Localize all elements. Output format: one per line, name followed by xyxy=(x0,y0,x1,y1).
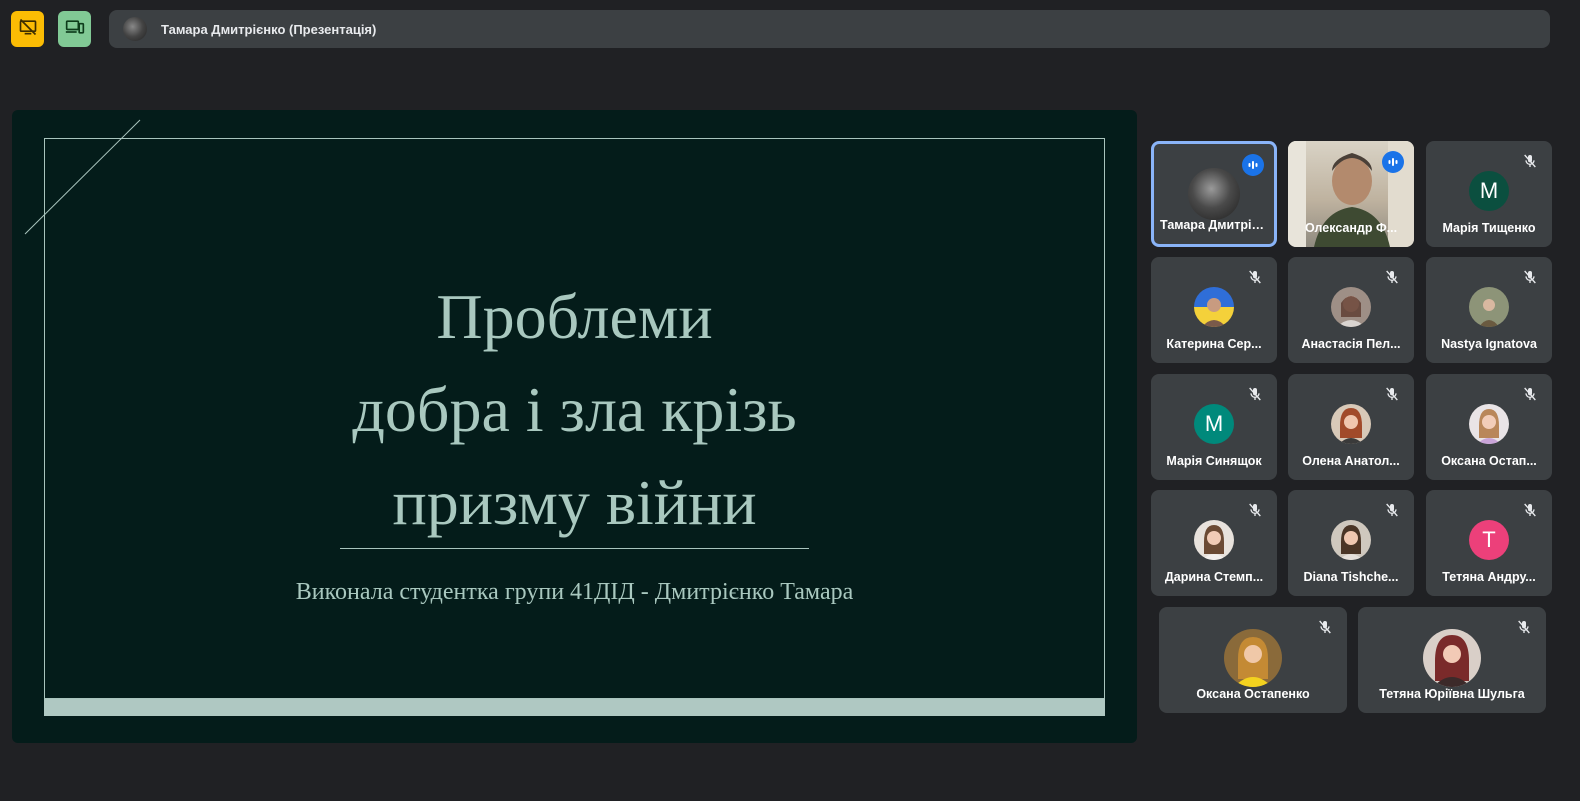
participant-tile[interactable]: T Тетяна Андру... xyxy=(1426,490,1552,596)
participant-tile[interactable]: Тамара Дмитрієнко xyxy=(1151,141,1277,247)
participant-tile[interactable]: Diana Tishche... xyxy=(1288,490,1414,596)
participant-avatar: M xyxy=(1194,404,1234,444)
participant-name: Оксана Остап... xyxy=(1441,454,1537,468)
participant-avatar xyxy=(1331,287,1371,327)
participant-name: Тетяна Андру... xyxy=(1442,570,1536,584)
participant-name: Марія Тищенко xyxy=(1442,221,1536,235)
mic-off-icon xyxy=(1524,387,1536,401)
participant-tile[interactable]: Катерина Сер... xyxy=(1151,257,1277,363)
participant-tile[interactable]: Дарина Стемп... xyxy=(1151,490,1277,596)
mic-off-icon xyxy=(1386,503,1398,517)
participant-name: Оксана Остапенко xyxy=(1196,687,1310,701)
participant-avatar xyxy=(1331,404,1371,444)
participant-name: Тетяна Юріївна Шульга xyxy=(1379,687,1525,701)
presenter-avatar xyxy=(123,17,147,41)
participant-avatar xyxy=(1194,287,1234,327)
speaking-indicator-icon xyxy=(1382,151,1404,173)
devices-button[interactable] xyxy=(58,11,91,47)
mic-off-icon xyxy=(1524,270,1536,284)
participant-tile[interactable]: M Марія Тищенко xyxy=(1426,141,1552,247)
participant-name: Тамара Дмитрієнко xyxy=(1160,218,1274,232)
slide-title: Проблеми добра і зла крізь призму війни xyxy=(352,281,797,538)
mic-off-icon xyxy=(1319,620,1331,634)
mic-off-icon xyxy=(1524,503,1536,517)
participant-name: Дарина Стемп... xyxy=(1164,570,1264,584)
mic-off-icon xyxy=(1524,154,1536,168)
participant-tile[interactable]: Олександр Ф... xyxy=(1288,141,1414,247)
participant-avatar xyxy=(1469,404,1509,444)
mic-off-icon xyxy=(1249,387,1261,401)
speaking-indicator-icon xyxy=(1242,154,1264,176)
participant-name: Олександр Ф... xyxy=(1304,221,1398,235)
participant-name: Катерина Сер... xyxy=(1166,337,1262,351)
participant-avatar: T xyxy=(1469,520,1509,560)
participant-name: Nastya Ignatova xyxy=(1441,337,1537,351)
participant-name: Diana Tishche... xyxy=(1303,570,1399,584)
participant-avatar xyxy=(1423,629,1481,687)
participant-name: Анастасія Пел... xyxy=(1301,337,1401,351)
mic-off-icon xyxy=(1249,270,1261,284)
participant-name: Марія Синящок xyxy=(1166,454,1262,468)
participant-name: Олена Анатол... xyxy=(1302,454,1400,468)
presenter-title: Тамара Дмитрієнко (Презентація) xyxy=(161,21,377,37)
mic-off-icon xyxy=(1386,270,1398,284)
participant-tile[interactable]: Анастасія Пел... xyxy=(1288,257,1414,363)
participant-tile[interactable]: M Марія Синящок xyxy=(1151,374,1277,480)
mic-off-icon xyxy=(1386,387,1398,401)
participant-tile[interactable]: Оксана Остап... xyxy=(1426,374,1552,480)
participant-tile[interactable]: Тетяна Юріївна Шульга xyxy=(1358,607,1546,713)
slide-bottom-bar xyxy=(44,699,1105,716)
slide-divider xyxy=(340,548,809,549)
participant-avatar xyxy=(1194,520,1234,560)
presentation-stage[interactable]: Проблеми добра і зла крізь призму війни … xyxy=(12,110,1137,743)
participant-avatar xyxy=(1469,287,1509,327)
presentation-toggle-button[interactable] xyxy=(11,11,44,47)
presentation-off-icon xyxy=(18,17,38,42)
participant-tile[interactable]: Nastya Ignatova xyxy=(1426,257,1552,363)
participant-avatar xyxy=(1188,168,1240,220)
participant-tile[interactable]: Олена Анатол... xyxy=(1288,374,1414,480)
mic-off-icon xyxy=(1249,503,1261,517)
participant-avatar xyxy=(1331,520,1371,560)
participant-tile[interactable]: Оксана Остапенко xyxy=(1159,607,1347,713)
mic-off-icon xyxy=(1518,620,1530,634)
slide-subtitle: Виконала студентка групи 41ДІД - Дмитріє… xyxy=(295,579,854,605)
devices-icon xyxy=(65,17,85,42)
participant-avatar xyxy=(1224,629,1282,687)
participant-avatar: M xyxy=(1469,171,1509,211)
presenter-banner[interactable]: Тамара Дмитрієнко (Презентація) xyxy=(109,10,1550,48)
